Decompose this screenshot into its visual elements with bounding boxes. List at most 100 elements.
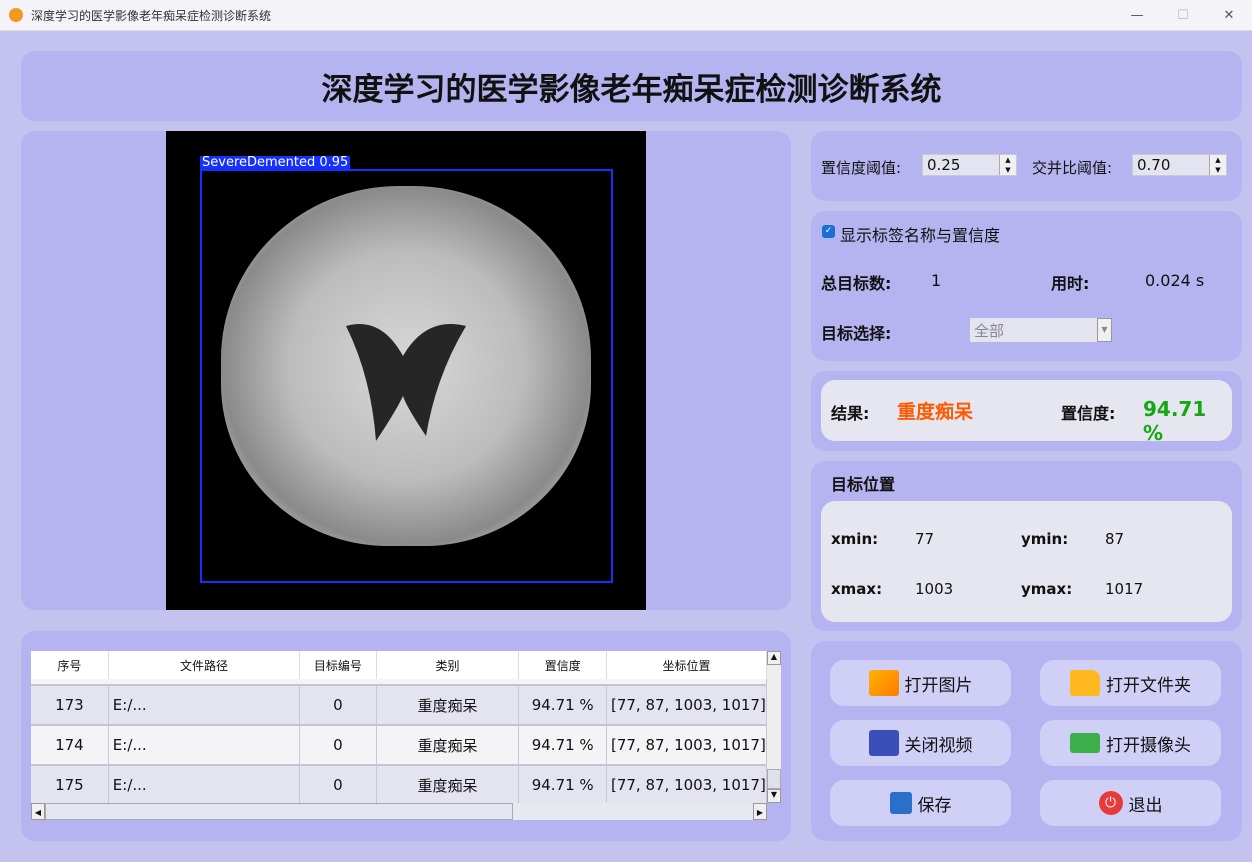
cell-index: 173 — [31, 685, 109, 726]
threshold-panel: 置信度阈值: 0.25 ▲ ▼ 交并比阈值: 0.70 ▲ ▼ — [811, 131, 1242, 201]
horizontal-scrollbar[interactable]: ◀ ▶ — [31, 803, 767, 820]
xmin-label: xmin: — [831, 530, 879, 548]
cell-path: E:/... — [108, 685, 301, 726]
spin-arrows-icon[interactable]: ▲ ▼ — [1209, 155, 1226, 175]
column-header[interactable]: 目标编号 — [299, 651, 377, 679]
cell-index: 174 — [31, 725, 109, 766]
column-header[interactable]: 置信度 — [518, 651, 607, 679]
ymax-label: ymax: — [1021, 580, 1073, 598]
column-header[interactable]: 文件路径 — [108, 651, 301, 679]
chevron-down-icon[interactable]: ▼ — [1097, 318, 1112, 342]
cell-class: 重度痴呆 — [376, 765, 520, 803]
target-select-dropdown[interactable]: 全部 ▼ — [970, 318, 1112, 342]
cell-path: E:/... — [108, 725, 301, 766]
target-select-label: 目标选择: — [821, 324, 892, 343]
confidence-label: 置信度: — [1061, 404, 1116, 423]
cell-coords: [77, 87, 1003, 1017] — [606, 685, 767, 726]
total-value: 1 — [931, 271, 942, 290]
open-folder-label: 打开文件夹 — [1106, 675, 1191, 696]
spin-arrows-icon[interactable]: ▲ ▼ — [999, 155, 1016, 175]
conf-threshold-label: 置信度阈值: — [821, 159, 902, 177]
scroll-left-icon[interactable]: ◀ — [31, 803, 45, 820]
total-label: 总目标数: — [821, 274, 892, 293]
cell-confidence: 94.71 % — [518, 765, 607, 803]
column-header[interactable]: 坐标位置 — [606, 651, 767, 679]
ymax-value: 1017 — [1105, 580, 1144, 598]
position-card: xmin: 77 ymin: 87 xmax: 1003 ymax: 1017 — [821, 501, 1232, 622]
save-icon — [889, 792, 912, 814]
show-label-checkbox[interactable]: ✓ — [822, 225, 835, 238]
close-button[interactable]: ✕ — [1206, 0, 1252, 31]
video-icon — [868, 730, 899, 756]
vertical-scrollbar[interactable]: ▲ ▼ — [767, 651, 781, 803]
iou-threshold-value: 0.70 — [1137, 156, 1171, 174]
result-panel: 结果: 重度痴呆 置信度: 94.71 % — [811, 371, 1242, 451]
target-select-value: 全部 — [974, 322, 1005, 340]
xmax-value: 1003 — [915, 580, 954, 598]
camera-icon — [1070, 733, 1100, 753]
detection-box — [200, 169, 613, 583]
iou-threshold-spinbox[interactable]: 0.70 ▲ ▼ — [1132, 154, 1227, 176]
scroll-up-icon[interactable]: ▲ — [767, 651, 781, 665]
image-panel: SevereDemented 0.95 — [21, 131, 791, 610]
cell-coords: [77, 87, 1003, 1017] — [606, 765, 767, 803]
scroll-right-icon[interactable]: ▶ — [753, 803, 767, 820]
cell-path: E:/... — [108, 765, 301, 803]
ymin-label: ymin: — [1021, 530, 1069, 548]
info-panel: ✓ 显示标签名称与置信度 总目标数: 1 用时: 0.024 s 目标选择: 全… — [811, 211, 1242, 361]
actions-panel: 打开图片 打开文件夹 关闭视频 打开摄像头 保存 ⏻ 退出 — [811, 641, 1242, 841]
confidence-value: 94.71 % — [1143, 397, 1207, 445]
open-camera-label: 打开摄像头 — [1106, 735, 1191, 756]
open-image-label: 打开图片 — [904, 675, 973, 696]
ymin-value: 87 — [1105, 530, 1125, 548]
horizontal-scroll-thumb[interactable] — [45, 803, 513, 820]
open-image-button[interactable]: 打开图片 — [830, 660, 1011, 706]
table-row[interactable]: 174 E:/... 0 重度痴呆 94.71 % [77, 87, 1003, 1017… — [31, 725, 767, 766]
mri-image: SevereDemented 0.95 — [166, 131, 646, 610]
time-label: 用时: — [1051, 274, 1090, 293]
position-panel: 目标位置 xmin: 77 ymin: 87 xmax: 1003 ymax: … — [811, 461, 1242, 631]
conf-threshold-value: 0.25 — [927, 156, 961, 174]
cell-confidence: 94.71 % — [518, 685, 607, 726]
detection-label: SevereDemented 0.95 — [200, 155, 351, 170]
table-row[interactable]: 173 E:/... 0 重度痴呆 94.71 % [77, 87, 1003, 1017… — [31, 685, 767, 726]
cell-index: 175 — [31, 765, 109, 803]
cell-target-id: 0 — [299, 725, 377, 766]
results-table[interactable]: 序号 文件路径 目标编号 类别 置信度 坐标位置 173 E:/... 0 重度痴呆 9… — [31, 651, 767, 803]
vertical-scroll-thumb[interactable] — [767, 769, 781, 789]
table-row[interactable]: 175 E:/... 0 重度痴呆 94.71 % [77, 87, 1003, 1017… — [31, 765, 767, 803]
position-title: 目标位置 — [831, 475, 896, 494]
folder-icon — [1070, 670, 1100, 696]
xmin-value: 77 — [915, 530, 935, 548]
save-label: 保存 — [917, 795, 952, 816]
time-value: 0.024 s — [1145, 271, 1205, 290]
iou-threshold-label: 交并比阈值: — [1032, 159, 1113, 177]
cell-target-id: 0 — [299, 765, 377, 803]
window-title: 深度学习的医学影像老年痴呆症检测诊断系统 — [31, 8, 272, 23]
minimize-button[interactable]: — — [1114, 0, 1160, 31]
open-camera-button[interactable]: 打开摄像头 — [1040, 720, 1221, 766]
column-header[interactable]: 类别 — [376, 651, 520, 679]
cell-target-id: 0 — [299, 685, 377, 726]
cell-class: 重度痴呆 — [376, 725, 520, 766]
close-video-button[interactable]: 关闭视频 — [830, 720, 1011, 766]
result-label: 结果: — [831, 404, 870, 423]
power-icon: ⏻ — [1098, 791, 1123, 815]
xmax-label: xmax: — [831, 580, 883, 598]
column-header[interactable]: 序号 — [31, 651, 109, 679]
result-card: 结果: 重度痴呆 置信度: 94.71 % — [821, 380, 1232, 445]
conf-threshold-spinbox[interactable]: 0.25 ▲ ▼ — [922, 154, 1017, 176]
exit-button[interactable]: ⏻ 退出 — [1040, 780, 1221, 826]
scroll-down-icon[interactable]: ▼ — [767, 789, 781, 803]
close-video-label: 关闭视频 — [904, 735, 973, 756]
maximize-button[interactable]: ☐ — [1160, 0, 1206, 31]
app-icon — [9, 8, 23, 22]
image-icon — [868, 670, 899, 696]
page-title: 深度学习的医学影像老年痴呆症检测诊断系统 — [21, 51, 1242, 121]
show-label-text: 显示标签名称与置信度 — [840, 226, 1001, 245]
results-table-panel: 序号 文件路径 目标编号 类别 置信度 坐标位置 173 E:/... 0 重度痴呆 9… — [21, 631, 791, 841]
result-value: 重度痴呆 — [897, 401, 974, 423]
exit-label: 退出 — [1128, 795, 1163, 816]
save-button[interactable]: 保存 — [830, 780, 1011, 826]
open-folder-button[interactable]: 打开文件夹 — [1040, 660, 1221, 706]
